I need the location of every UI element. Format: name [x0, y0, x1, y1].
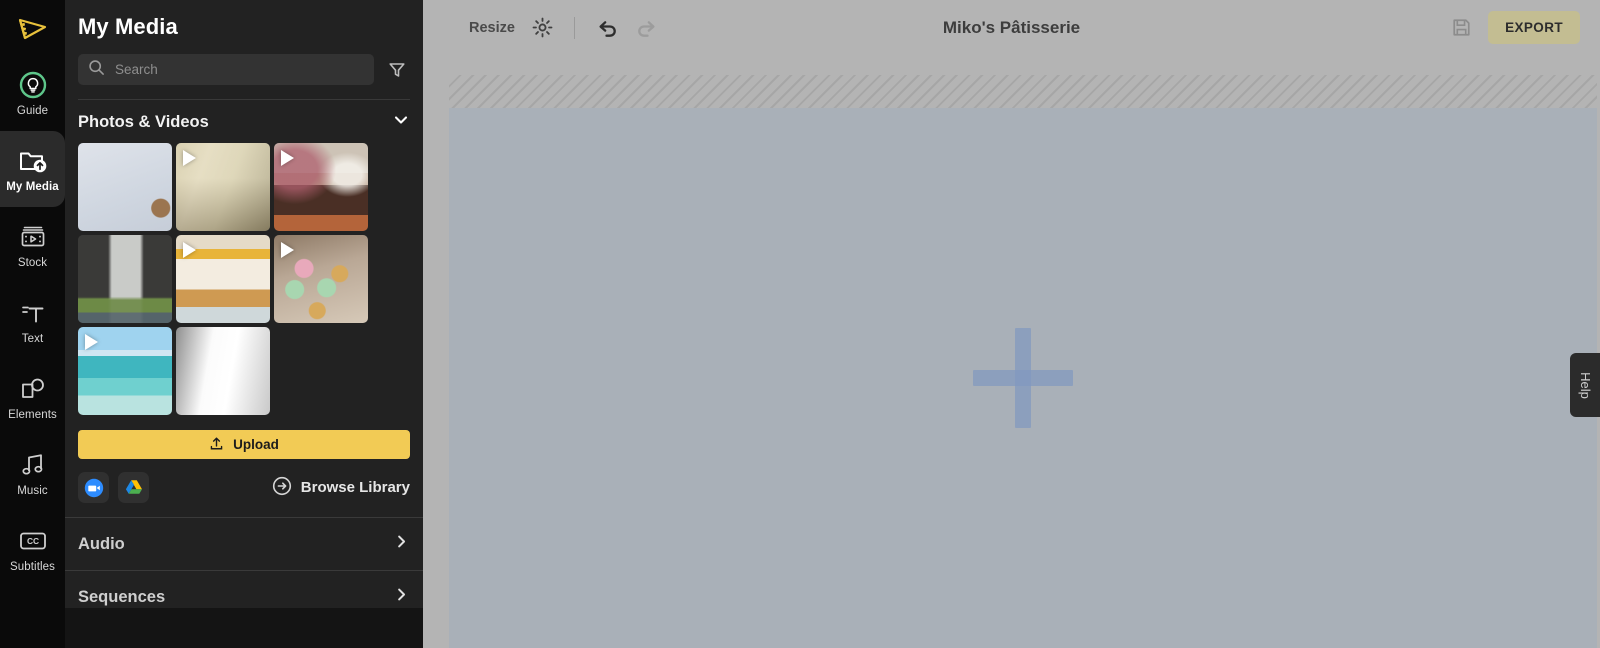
chevron-down-icon[interactable]	[392, 111, 410, 134]
help-tab-label: Help	[1577, 371, 1593, 399]
left-nav-rail: Guide My Media Stock Text Elements Music…	[0, 0, 65, 648]
sidebar-item-text[interactable]: Text	[0, 283, 65, 359]
media-thumb-ocean-waves-video[interactable]	[78, 327, 172, 415]
media-thumb-interior-column-photo[interactable]	[78, 235, 172, 323]
section-row-audio[interactable]: Audio	[65, 517, 423, 570]
editor-toolbar: Resize Miko's Pâtisserie EXPORT	[423, 0, 1600, 55]
media-thumb-cheesecake-stand-video[interactable]	[176, 235, 270, 323]
closed-caption-icon: CC	[16, 526, 50, 556]
sidebar-item-my-media[interactable]: My Media	[0, 131, 65, 207]
browse-library-button[interactable]: Browse Library	[272, 476, 410, 500]
upload-icon	[209, 436, 224, 454]
media-thumbnail-grid	[65, 143, 423, 415]
section-row-sequences[interactable]: Sequences	[65, 570, 423, 608]
app-root: Guide My Media Stock Text Elements Music…	[0, 0, 1600, 648]
media-thumb-white-gradient-photo[interactable]	[176, 327, 270, 415]
export-button[interactable]: EXPORT	[1488, 11, 1580, 44]
filter-funnel-icon[interactable]	[384, 57, 410, 83]
media-thumb-frosted-cupcakes-video[interactable]	[274, 235, 368, 323]
upload-button-label: Upload	[233, 437, 279, 452]
chevron-right-icon[interactable]	[393, 533, 410, 555]
play-icon	[85, 334, 98, 350]
sidebar-item-music[interactable]: Music	[0, 435, 65, 511]
search-icon	[88, 59, 105, 81]
section-title: Photos & Videos	[78, 113, 209, 131]
search-input-wrapper[interactable]	[78, 54, 374, 85]
media-thumb-pale-blue-surface-photo[interactable]	[78, 143, 172, 231]
thumbnail-overlay-2	[78, 235, 172, 323]
google-drive-icon[interactable]	[118, 472, 149, 503]
my-media-panel: My Media Photos & Videos	[65, 0, 423, 608]
cloud-sources-row: Browse Library	[65, 459, 423, 503]
thumbnail-image	[176, 327, 270, 415]
plus-icon[interactable]	[973, 328, 1073, 428]
sidebar-item-stock[interactable]: Stock	[0, 207, 65, 283]
thumbnail-image	[78, 143, 172, 231]
music-note-icon	[18, 450, 48, 480]
browse-library-label: Browse Library	[300, 479, 410, 496]
search-input[interactable]	[115, 62, 364, 77]
resize-button[interactable]: Resize	[469, 20, 515, 36]
lightbulb-circle-icon	[18, 70, 48, 100]
save-floppy-icon[interactable]	[1451, 17, 1472, 38]
redo-arrow-icon	[635, 17, 659, 39]
photos-videos-section-header[interactable]: Photos & Videos	[65, 100, 423, 143]
arrow-right-circle-icon	[272, 476, 292, 500]
play-icon	[183, 150, 196, 166]
help-tab[interactable]: Help	[1570, 353, 1600, 417]
play-icon	[183, 242, 196, 258]
sidebar-item-elements[interactable]: Elements	[0, 359, 65, 435]
zoom-icon[interactable]	[78, 472, 109, 503]
play-icon	[281, 242, 294, 258]
section-row-label: Audio	[78, 534, 125, 553]
sidebar-item-label: Stock	[17, 256, 48, 269]
panel-sections-list: Audio Sequences Clipboard	[65, 517, 423, 608]
timeline-hatched-strip	[449, 75, 1597, 108]
sidebar-item-label: Elements	[8, 408, 57, 421]
panel-title: My Media	[78, 14, 178, 39]
chevron-right-icon[interactable]	[393, 586, 410, 608]
toolbar-right-group: EXPORT	[1451, 11, 1600, 44]
media-thumb-chocolate-cupcakes-video[interactable]	[274, 143, 368, 231]
toolbar-left-group: Resize	[423, 16, 659, 39]
svg-text:CC: CC	[26, 536, 38, 546]
shapes-icon	[18, 374, 48, 404]
canvas-stage[interactable]	[449, 108, 1597, 648]
editor-main: Resize Miko's Pâtisserie EXPORT	[423, 0, 1600, 648]
upload-button[interactable]: Upload	[78, 430, 410, 459]
toolbar-separator	[573, 16, 575, 39]
sidebar-item-label: Guide	[16, 104, 49, 117]
undo-arrow-icon[interactable]	[595, 17, 619, 39]
text-tool-icon	[18, 298, 48, 328]
app-logo[interactable]	[0, 0, 65, 55]
sidebar-item-guide[interactable]: Guide	[0, 55, 65, 131]
sidebar-item-label: Music	[17, 484, 48, 497]
sidebar-item-label: Subtitles	[9, 560, 55, 573]
gear-icon[interactable]	[531, 16, 554, 39]
folder-upload-icon	[17, 146, 49, 176]
sidebar-item-label: Text	[21, 332, 44, 345]
section-row-label: Sequences	[78, 587, 166, 606]
sidebar-item-subtitles[interactable]: CC Subtitles	[0, 511, 65, 587]
play-icon	[281, 150, 294, 166]
search-row	[65, 40, 423, 85]
sidebar-item-label: My Media	[6, 180, 59, 193]
media-thumb-batter-mixing-video[interactable]	[176, 143, 270, 231]
film-play-icon	[18, 222, 48, 252]
panel-footer-spacer	[65, 608, 423, 648]
